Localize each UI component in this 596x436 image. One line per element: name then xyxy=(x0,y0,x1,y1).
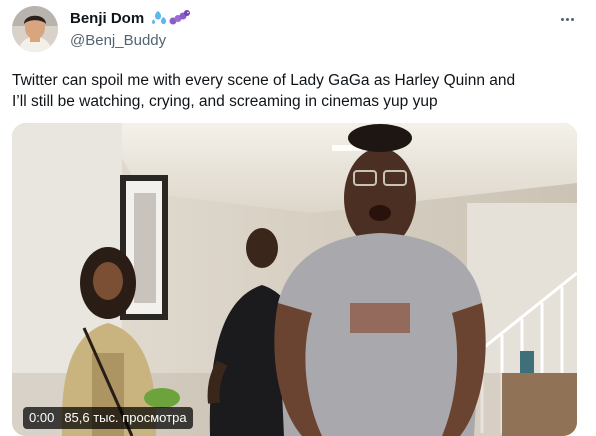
avatar[interactable] xyxy=(12,6,58,52)
video-player[interactable] xyxy=(12,123,577,436)
more-horizontal-icon[interactable] xyxy=(555,10,579,28)
tweet-text: Twitter can spoil me with every scene of… xyxy=(12,72,516,110)
avatar-image xyxy=(12,6,58,52)
author-emoji xyxy=(150,8,190,33)
caterpillar-emoji xyxy=(169,10,190,25)
tweet-card: Benji Dom @Benj_Buddy Twitter can spoil … xyxy=(0,0,596,436)
video-views: 85,6 тыс. просмотра xyxy=(64,410,187,425)
author-name[interactable]: Benji Dom xyxy=(70,10,144,28)
video-frame xyxy=(12,123,577,436)
video-info-badge: 0:00 85,6 тыс. просмотра xyxy=(23,407,193,429)
droplets-emoji xyxy=(152,11,166,24)
video-time: 0:00 xyxy=(29,410,55,425)
author-handle[interactable]: @Benj_Buddy xyxy=(70,32,166,50)
